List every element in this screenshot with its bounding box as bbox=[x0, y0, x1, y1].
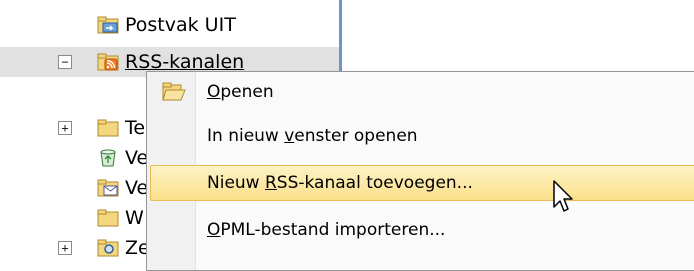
folder-icon bbox=[97, 209, 119, 227]
rss-folder-icon bbox=[97, 53, 119, 71]
sent-folder-icon bbox=[97, 179, 119, 197]
mouse-cursor-icon bbox=[553, 180, 573, 212]
folder-icon bbox=[97, 119, 119, 137]
deleted-items-icon bbox=[100, 149, 116, 167]
collapse-icon[interactable]: − bbox=[58, 55, 72, 69]
menu-item-add-rss-feed[interactable]: Nieuw RSS-kanaal toevoegen... bbox=[150, 165, 694, 201]
menu-item-label: Nieuw RSS-kanaal toevoegen... bbox=[207, 173, 473, 193]
menu-item-openen[interactable]: Openen bbox=[150, 74, 694, 110]
menu-item-label: OPML-bestand importeren... bbox=[207, 220, 446, 240]
menu-item-label: In nieuw venster openen bbox=[207, 126, 418, 146]
tree-item-label: Ve bbox=[125, 147, 149, 169]
menu-item-import-opml[interactable]: OPML-bestand importeren... bbox=[150, 212, 694, 248]
context-menu: Openen In nieuw venster openen Nieuw RSS… bbox=[146, 71, 694, 271]
tree-item-label: Postvak UIT bbox=[125, 14, 236, 36]
tree-item-label: Ve bbox=[125, 177, 149, 199]
open-folder-icon bbox=[162, 82, 186, 101]
tree-item-label: W bbox=[125, 207, 144, 229]
menu-item-label: Openen bbox=[207, 82, 274, 102]
tree-item-label: Te bbox=[125, 117, 146, 139]
search-folder-icon bbox=[97, 239, 119, 257]
tree-item-postvak-uit[interactable]: Postvak UIT bbox=[0, 10, 340, 40]
menu-item-open-new-window[interactable]: In nieuw venster openen bbox=[150, 118, 694, 154]
tree-item-label: RSS-kanalen bbox=[125, 51, 245, 73]
expand-icon[interactable]: + bbox=[58, 241, 72, 255]
expand-icon[interactable]: + bbox=[58, 121, 72, 135]
outbox-folder-icon bbox=[97, 16, 119, 34]
